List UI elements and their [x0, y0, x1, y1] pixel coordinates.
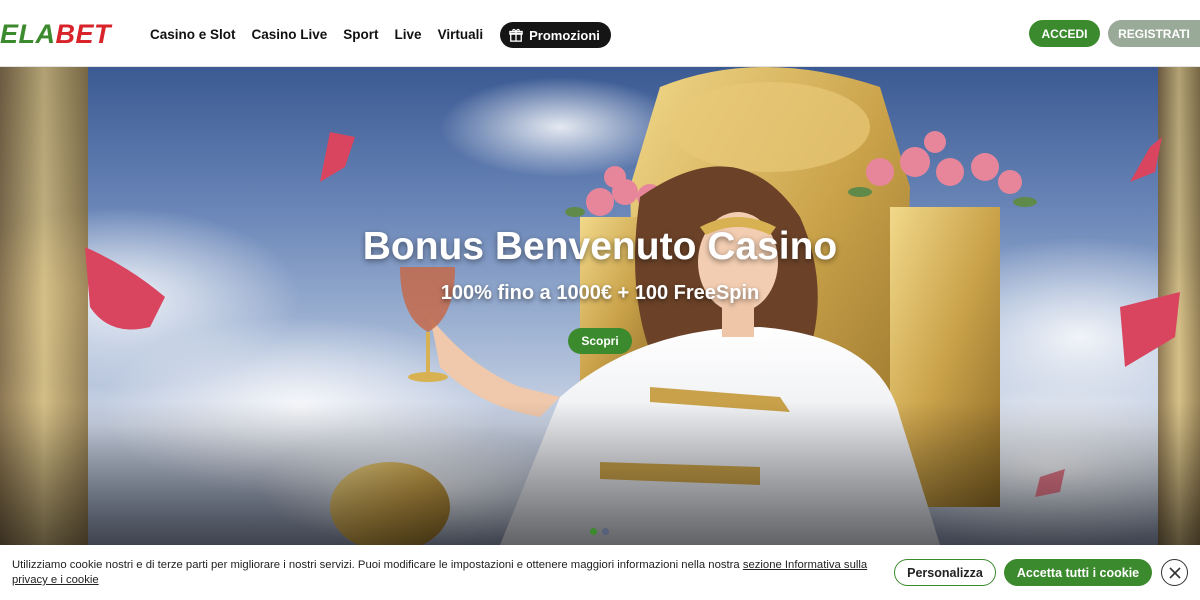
hero-background-image [0, 67, 1200, 545]
cookie-message: Utilizziamo cookie nostri e di terze par… [12, 559, 743, 571]
cookie-text: Utilizziamo cookie nostri e di terze par… [12, 558, 882, 588]
accept-all-cookies-button[interactable]: Accetta tutti i cookie [1004, 559, 1152, 586]
carousel-dots [590, 528, 614, 535]
promozioni-label: Promozioni [529, 27, 600, 43]
carousel-dot-2[interactable] [602, 528, 609, 535]
scopri-button[interactable]: Scopri [568, 328, 632, 354]
cookie-banner: Utilizziamo cookie nostri e di terze par… [0, 545, 1200, 600]
page: ELABET Casino e Slot Casino Live Sport L… [0, 0, 1200, 600]
nav-virtuali[interactable]: Virtuali [438, 23, 484, 47]
hero-banner[interactable]: Bonus Benvenuto Casino 100% fino a 1000€… [0, 67, 1200, 545]
nav-sport[interactable]: Sport [343, 23, 378, 47]
main-nav: Casino e Slot Casino Live Sport Live Vir… [150, 22, 611, 48]
nav-live[interactable]: Live [395, 23, 422, 47]
hero-subtitle: 100% fino a 1000€ + 100 FreeSpin [440, 282, 760, 304]
nav-casino-live[interactable]: Casino Live [252, 23, 328, 47]
elabet-logo[interactable]: ELABET [0, 19, 111, 49]
carousel-dot-1[interactable] [590, 528, 597, 535]
gift-icon [509, 28, 523, 42]
nav-casino-slot[interactable]: Casino e Slot [150, 23, 236, 47]
register-button[interactable]: REGISTRATI [1108, 20, 1200, 47]
customize-cookies-button[interactable]: Personalizza [894, 559, 996, 586]
promozioni-button[interactable]: Promozioni [500, 22, 611, 48]
close-icon [1168, 566, 1181, 579]
close-cookie-banner-button[interactable] [1161, 559, 1188, 586]
login-button[interactable]: ACCEDI [1029, 20, 1100, 47]
site-header: ELABET Casino e Slot Casino Live Sport L… [0, 0, 1200, 67]
hero-title: Bonus Benvenuto Casino [362, 225, 838, 268]
